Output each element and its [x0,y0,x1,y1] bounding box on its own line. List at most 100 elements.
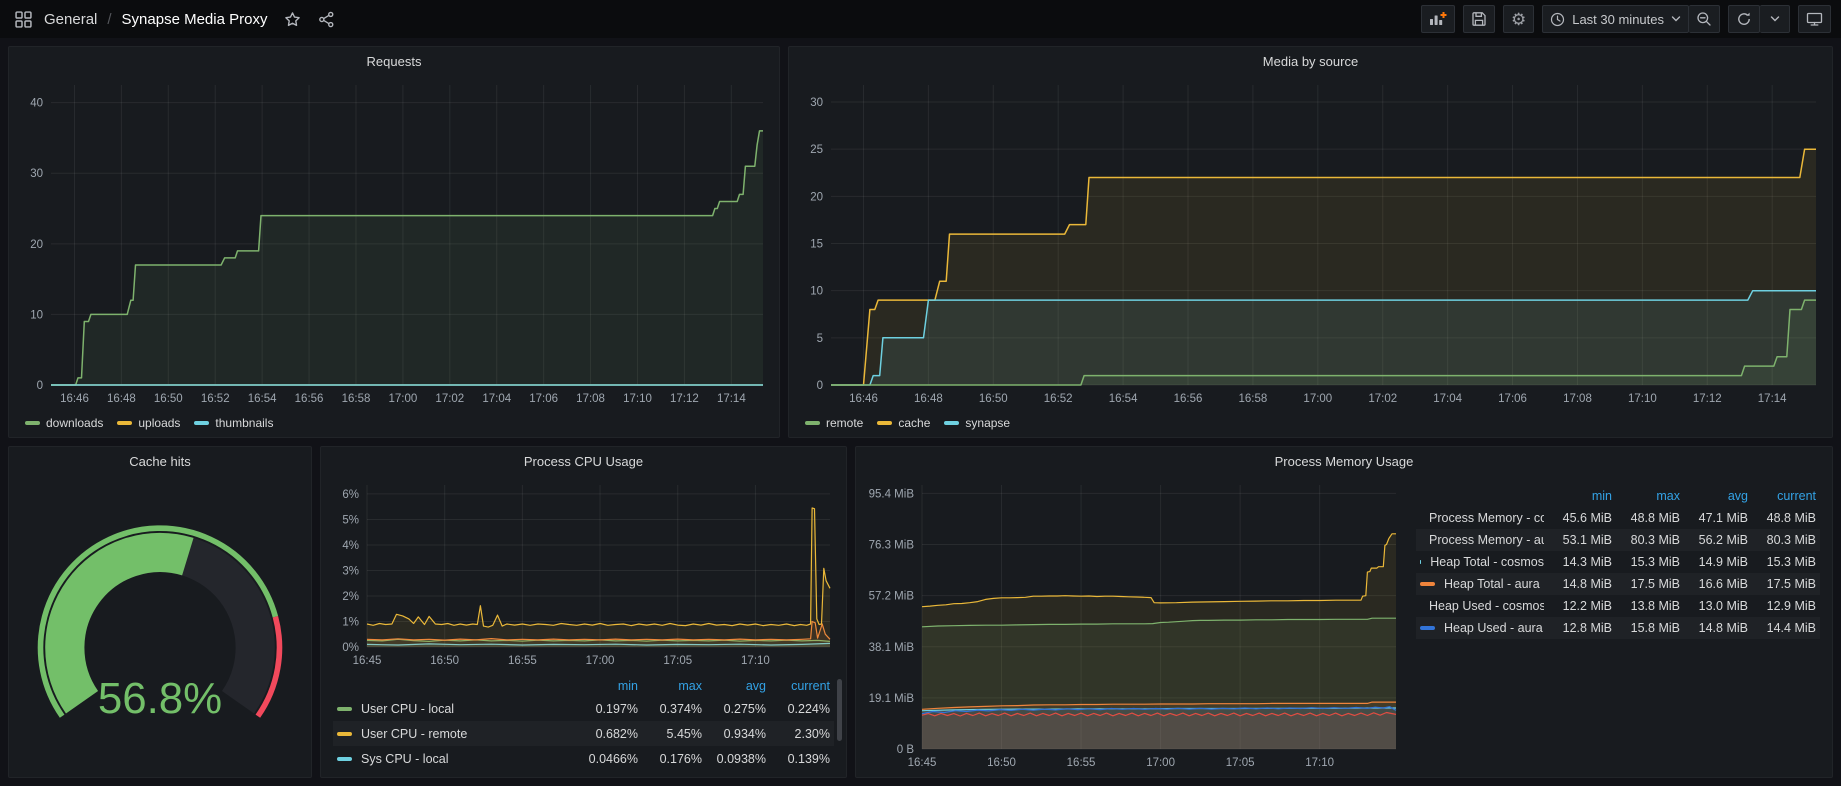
legend-table-header: minmaxavgcurrent [333,675,834,696]
chart-svg: 16:4616:4816:5016:5216:5416:5616:5817:00… [13,75,775,409]
legend-table-row[interactable]: User CPU - local0.197%0.374%0.275%0.224% [333,696,834,721]
stat-value-cell: 12.8 MiB [1544,621,1612,635]
cpu-chart[interactable]: 16:4516:5016:5517:0017:0517:100%1%2%3%4%… [325,475,842,671]
legend-item[interactable]: downloads [25,416,103,430]
legend-column-avg[interactable]: avg [702,679,766,693]
series-color-swatch [194,421,209,425]
stat-value-cell: 0.934% [702,727,766,741]
chart-svg: 16:4516:5016:5517:0017:0517:100 B19.1 Mi… [860,475,1408,773]
legend-scrollbar[interactable] [837,679,842,741]
svg-text:17:10: 17:10 [1628,393,1657,405]
legend-item[interactable]: remote [805,416,863,430]
requests-chart[interactable]: 16:4616:4816:5016:5216:5416:5616:5817:00… [13,75,775,409]
gear-icon: ⚙ [1511,11,1526,28]
gauge-svg: 56.8% [20,517,300,741]
series-color-swatch [1420,582,1435,586]
legend-table-header: minmaxavgcurrent [1416,485,1820,507]
panel-media-by-source: Media by source 16:4616:4816:5016:5216:5… [788,46,1833,438]
series-color-swatch [1420,626,1435,630]
panel-title[interactable]: Requests [9,47,779,75]
series-name-cell: User CPU - remote [337,727,574,741]
svg-text:16:50: 16:50 [979,393,1008,405]
share-icon[interactable] [313,6,339,32]
svg-text:16:55: 16:55 [508,655,537,667]
legend-table-row[interactable]: Heap Total - cosmos14.3 MiB15.3 MiB14.9 … [1416,551,1820,573]
series-label: thumbnails [215,416,273,430]
legend-column-avg[interactable]: avg [1680,489,1748,503]
dashboard-toolbar: ⚙ Last 30 minutes [1421,5,1831,33]
legend-item[interactable]: cache [877,416,930,430]
legend-table-row[interactable]: Heap Total - aura14.8 MiB17.5 MiB16.6 Mi… [1416,573,1820,595]
series-label: Process Memory - cosmos [1429,511,1544,525]
add-panel-button[interactable] [1421,5,1455,33]
panel-title[interactable]: Cache hits [9,447,311,475]
zoom-out-icon [1696,11,1712,27]
panel-title[interactable]: Process Memory Usage [856,447,1832,475]
series-label: User CPU - local [361,702,454,716]
refresh-interval-dropdown[interactable] [1760,5,1790,33]
time-range-picker[interactable]: Last 30 minutes [1542,5,1689,33]
stat-value-cell: 0.0938% [702,752,766,766]
settings-icon[interactable]: ⚙ [1503,5,1534,33]
refresh-icon [1736,11,1752,27]
legend-table-row[interactable]: Process Memory - aura53.1 MiB80.3 MiB56.… [1416,529,1820,551]
svg-text:4%: 4% [342,540,359,552]
stat-value-cell: 14.3 MiB [1544,555,1612,569]
svg-text:0%: 0% [342,642,359,654]
legend-table-row[interactable]: User CPU - remote0.682%5.45%0.934%2.30% [333,721,834,746]
svg-text:10: 10 [30,309,43,321]
save-dashboard-button[interactable] [1463,5,1495,33]
svg-text:76.3 MiB: 76.3 MiB [869,540,915,552]
refresh-button[interactable] [1728,5,1760,33]
stat-value-cell: 0.682% [574,727,638,741]
series-label: Process Memory - aura [1429,533,1544,547]
series-color-swatch [337,707,352,711]
memory-chart[interactable]: 16:4516:5016:5517:0017:0517:100 B19.1 Mi… [860,475,1408,773]
breadcrumb-section[interactable]: General [44,11,97,28]
panel-process-cpu: Process CPU Usage 16:4516:5016:5517:0017… [320,446,847,778]
svg-text:17:10: 17:10 [1305,757,1334,769]
apps-icon[interactable] [10,6,36,32]
media-chart[interactable]: 16:4616:4816:5016:5216:5416:5616:5817:00… [793,75,1828,409]
stat-value-cell: 13.0 MiB [1680,599,1748,613]
svg-text:38.1 MiB: 38.1 MiB [869,642,915,654]
svg-text:6%: 6% [342,489,359,501]
panel-title[interactable]: Media by source [789,47,1832,75]
memory-legend-table: minmaxavgcurrentProcess Memory - cosmos4… [1416,485,1820,639]
zoom-out-button[interactable] [1689,5,1720,33]
stat-value-cell: 5.45% [638,727,702,741]
stat-value-cell: 0.197% [574,702,638,716]
svg-text:20: 20 [30,239,43,251]
legend-item[interactable]: uploads [117,416,180,430]
svg-text:17:08: 17:08 [1563,393,1592,405]
legend-column-max[interactable]: max [1612,489,1680,503]
star-icon[interactable] [279,6,305,32]
legend-column-min[interactable]: min [574,679,638,693]
cycle-view-mode-button[interactable] [1798,5,1831,33]
stat-value-cell: 14.4 MiB [1748,621,1816,635]
series-name-cell: Sys CPU - local [337,752,574,766]
series-label: Heap Total - aura [1444,577,1540,591]
legend-column-current[interactable]: current [766,679,830,693]
legend-column-min[interactable]: min [1544,489,1612,503]
panel-title[interactable]: Process CPU Usage [321,447,846,475]
legend-table-row[interactable]: Heap Used - cosmos12.2 MiB13.8 MiB13.0 M… [1416,595,1820,617]
time-range-group: Last 30 minutes [1542,5,1720,33]
legend-table-row[interactable]: Sys CPU - local0.0466%0.176%0.0938%0.139… [333,746,834,771]
svg-text:15: 15 [810,238,823,250]
stat-value-cell: 12.2 MiB [1544,599,1612,613]
stat-value-cell: 2.30% [766,727,830,741]
svg-text:0: 0 [817,380,823,392]
dashboard-title[interactable]: Synapse Media Proxy [122,11,268,28]
legend-item[interactable]: thumbnails [194,416,273,430]
legend-column-current[interactable]: current [1748,489,1816,503]
legend-table-row[interactable]: Heap Used - aura12.8 MiB15.8 MiB14.8 MiB… [1416,617,1820,639]
legend-column-max[interactable]: max [638,679,702,693]
stat-value-cell: 80.3 MiB [1748,533,1816,547]
svg-text:17:08: 17:08 [576,393,605,405]
legend-item[interactable]: synapse [944,416,1010,430]
legend-table-row[interactable]: Process Memory - cosmos45.6 MiB48.8 MiB4… [1416,507,1820,529]
svg-text:16:52: 16:52 [201,393,230,405]
breadcrumb: General / Synapse Media Proxy [10,6,339,32]
svg-text:95.4 MiB: 95.4 MiB [869,488,915,500]
